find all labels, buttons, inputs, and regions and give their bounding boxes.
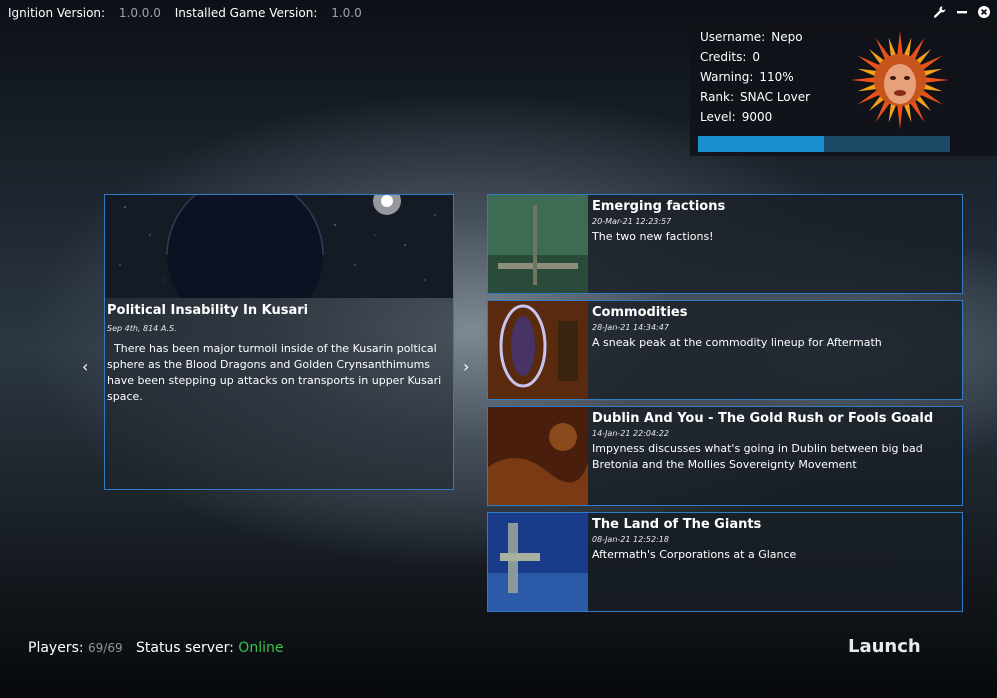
rank-row: Rank: SNAC Lover [700,90,810,104]
news-date: 28-Jan-21 14:34:47 [592,323,669,332]
news-date: 08-Jan-21 12:52:18 [592,535,669,544]
news-card[interactable]: Commodities 28-Jan-21 14:34:47 A sneak p… [487,300,963,400]
featured-article[interactable]: Political Insability In Kusari Sep 4th, … [104,194,454,490]
level-value: 9000 [741,110,773,124]
chevron-right-icon[interactable]: › [463,357,469,376]
avatar[interactable] [850,30,950,130]
username-value: Nepo [771,30,803,44]
news-date: 14-Jan-21 22:04:22 [592,429,669,438]
news-body: Aftermath's Corporations at a Glance [592,548,797,561]
status-server-value: Online [238,640,284,656]
ignition-version-label: Ignition Version: [8,6,106,20]
status-server-label: Status server: [135,640,234,656]
news-card[interactable]: The Land of The Giants 08-Jan-21 12:52:1… [487,512,963,612]
xp-progress-bar [698,136,950,152]
credits-row: Credits: 0 [700,50,760,64]
warning-label: Warning: [700,70,754,84]
warning-row: Warning: 110% [700,70,794,84]
minimize-icon[interactable] [955,4,969,18]
credits-value: 0 [752,50,761,64]
rank-label: Rank: [700,90,735,104]
players-label: Players: [28,640,84,656]
wrench-icon[interactable] [933,4,947,18]
news-body: A sneak peak at the commodity lineup for… [592,336,882,349]
warning-value: 110% [759,70,794,84]
window-controls [933,4,991,18]
news-card[interactable]: Emerging factions 20-Mar-21 12:23:57 The… [487,194,963,294]
username-row: Username: Nepo [700,30,803,44]
news-title: The Land of The Giants [592,517,762,532]
featured-title: Political Insability In Kusari [107,303,309,318]
rank-value: SNAC Lover [740,90,811,104]
installed-version-label: Installed Game Version: [174,6,318,20]
version-bar: Ignition Version: 1.0.0.0 Installed Game… [8,6,372,20]
credits-label: Credits: [700,50,747,64]
status-footer: Players: 69/69 Status server: Online [28,640,283,656]
username-label: Username: [700,30,766,44]
news-thumbnail [488,195,588,293]
news-thumbnail [488,513,588,611]
news-date: 20-Mar-21 12:23:57 [592,217,672,226]
news-title: Emerging factions [592,199,726,214]
news-title: Commodities [592,305,688,320]
featured-date: Sep 4th, 814 A.S. [107,324,177,333]
news-body: Impyness discusses what's going in Dubli… [592,442,923,471]
ignition-version-value: 1.0.0.0 [118,6,161,20]
news-thumbnail [488,407,588,505]
news-title: Dublin And You - The Gold Rush or Fools … [592,411,934,426]
chevron-left-icon[interactable]: ‹ [82,357,88,376]
news-card[interactable]: Dublin And You - The Gold Rush or Fools … [487,406,963,506]
xp-progress-fill [698,136,824,152]
level-label: Level: [700,110,736,124]
players-count: 69/69 [88,641,123,655]
level-row: Level: 9000 [700,110,772,124]
featured-image [105,195,453,298]
featured-body: There has been major turmoil inside of t… [107,342,445,403]
news-body: The two new factions! [592,230,714,243]
launch-button[interactable]: Launch [848,636,921,657]
installed-version-value: 1.0.0 [331,6,362,20]
news-thumbnail [488,301,588,399]
close-icon[interactable] [977,4,991,18]
